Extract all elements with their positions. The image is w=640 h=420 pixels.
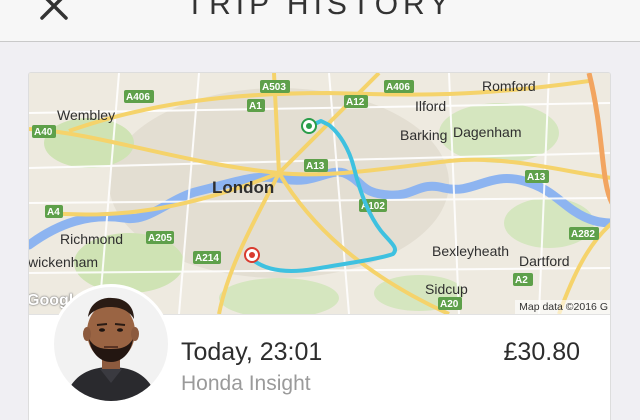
svg-text:A40: A40 [34,127,53,138]
svg-text:A20: A20 [440,299,459,310]
map-canvas: A406 A503 A406 A1 A12 A40 A13 A13 A102 A… [29,73,610,314]
place-dagenham: Dagenham [453,124,522,140]
trip-fare: £30.80 [503,338,580,366]
place-barking: Barking [400,127,447,143]
svg-text:A12: A12 [346,97,365,108]
driver-photo [54,287,168,401]
trip-card[interactable]: A406 A503 A406 A1 A12 A40 A13 A13 A102 A… [28,72,611,420]
place-twickenham: wickenham [29,254,98,270]
place-dartford: Dartford [519,253,570,269]
svg-text:A13: A13 [306,161,325,172]
svg-text:A4: A4 [47,207,60,218]
trip-vehicle: Honda Insight [181,372,311,395]
place-richmond: Richmond [60,231,123,247]
trip-info: Today, 23:01 Honda Insight £30.80 [29,284,610,420]
svg-text:A2: A2 [515,275,528,286]
page-title: TRIP HISTORY [185,0,455,21]
svg-text:A406: A406 [126,92,150,103]
place-bexleyheath: Bexleyheath [432,243,509,259]
svg-text:A282: A282 [571,229,595,240]
place-sidcup: Sidcup [425,281,468,297]
svg-text:A503: A503 [262,82,286,93]
svg-text:A406: A406 [386,82,410,93]
svg-text:A13: A13 [527,172,546,183]
start-marker [301,118,317,134]
trip-datetime: Today, 23:01 [181,338,323,366]
place-wembley: Wembley [57,107,115,123]
header-bar: TRIP HISTORY [0,0,640,42]
trip-map[interactable]: A406 A503 A406 A1 A12 A40 A13 A13 A102 A… [29,73,610,314]
svg-text:A1: A1 [249,101,262,112]
svg-text:A214: A214 [195,253,219,264]
map-copyright[interactable]: Map data ©2016 G [515,300,610,314]
driver-avatar [51,284,171,404]
end-marker [244,247,260,263]
place-london: London [212,178,274,197]
place-romford: Romford [482,78,536,94]
svg-text:A205: A205 [148,233,172,244]
place-ilford: Ilford [415,98,446,114]
